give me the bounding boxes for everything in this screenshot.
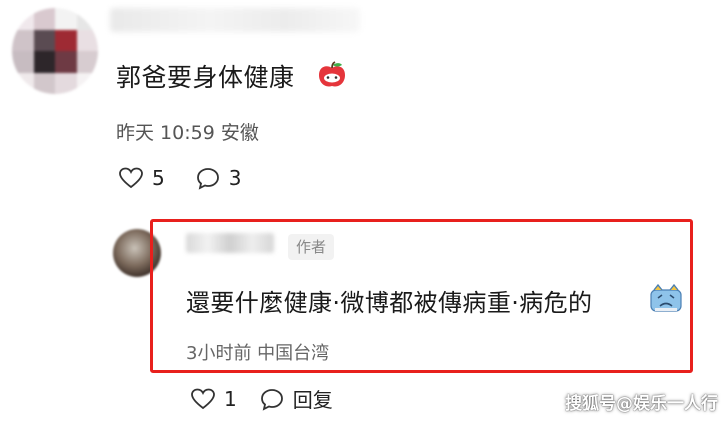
heart-icon: [191, 388, 215, 409]
comment-meta: 昨天 10:59 安徽: [116, 122, 259, 144]
heart-icon: [119, 167, 143, 189]
commenter-name-blurred[interactable]: [110, 8, 360, 32]
commenter-avatar[interactable]: [12, 8, 98, 94]
reply-text: 還要什麼健康·微博都被傳病重·病危的: [186, 289, 593, 317]
author-badge: 作者: [288, 234, 335, 260]
reply-count-button[interactable]: 3: [195, 166, 242, 190]
comment-text: 郭爸要身体健康: [116, 63, 295, 92]
reply-meta: 3小时前 中国台湾: [186, 343, 330, 364]
reply-label: 回复: [292, 388, 333, 412]
reply-actions: 1 回复: [190, 384, 355, 413]
comment-bubble-icon: [260, 388, 283, 411]
sad-face-icon: [650, 283, 682, 312]
like-button[interactable]: 5: [118, 166, 165, 190]
reply-count: 3: [228, 166, 242, 190]
like-count: 5: [152, 166, 165, 190]
reply-like-button[interactable]: 1: [190, 387, 237, 411]
author-name-blurred[interactable]: [186, 233, 274, 253]
reply-like-count: 1: [224, 386, 237, 411]
watermark: 搜狐号@娱乐一人行: [565, 394, 718, 414]
comment-bubble-icon: [196, 168, 219, 190]
apple-icon: [319, 61, 345, 87]
comment-actions: 5 3: [118, 166, 263, 190]
reply-button[interactable]: 回复: [259, 384, 333, 413]
